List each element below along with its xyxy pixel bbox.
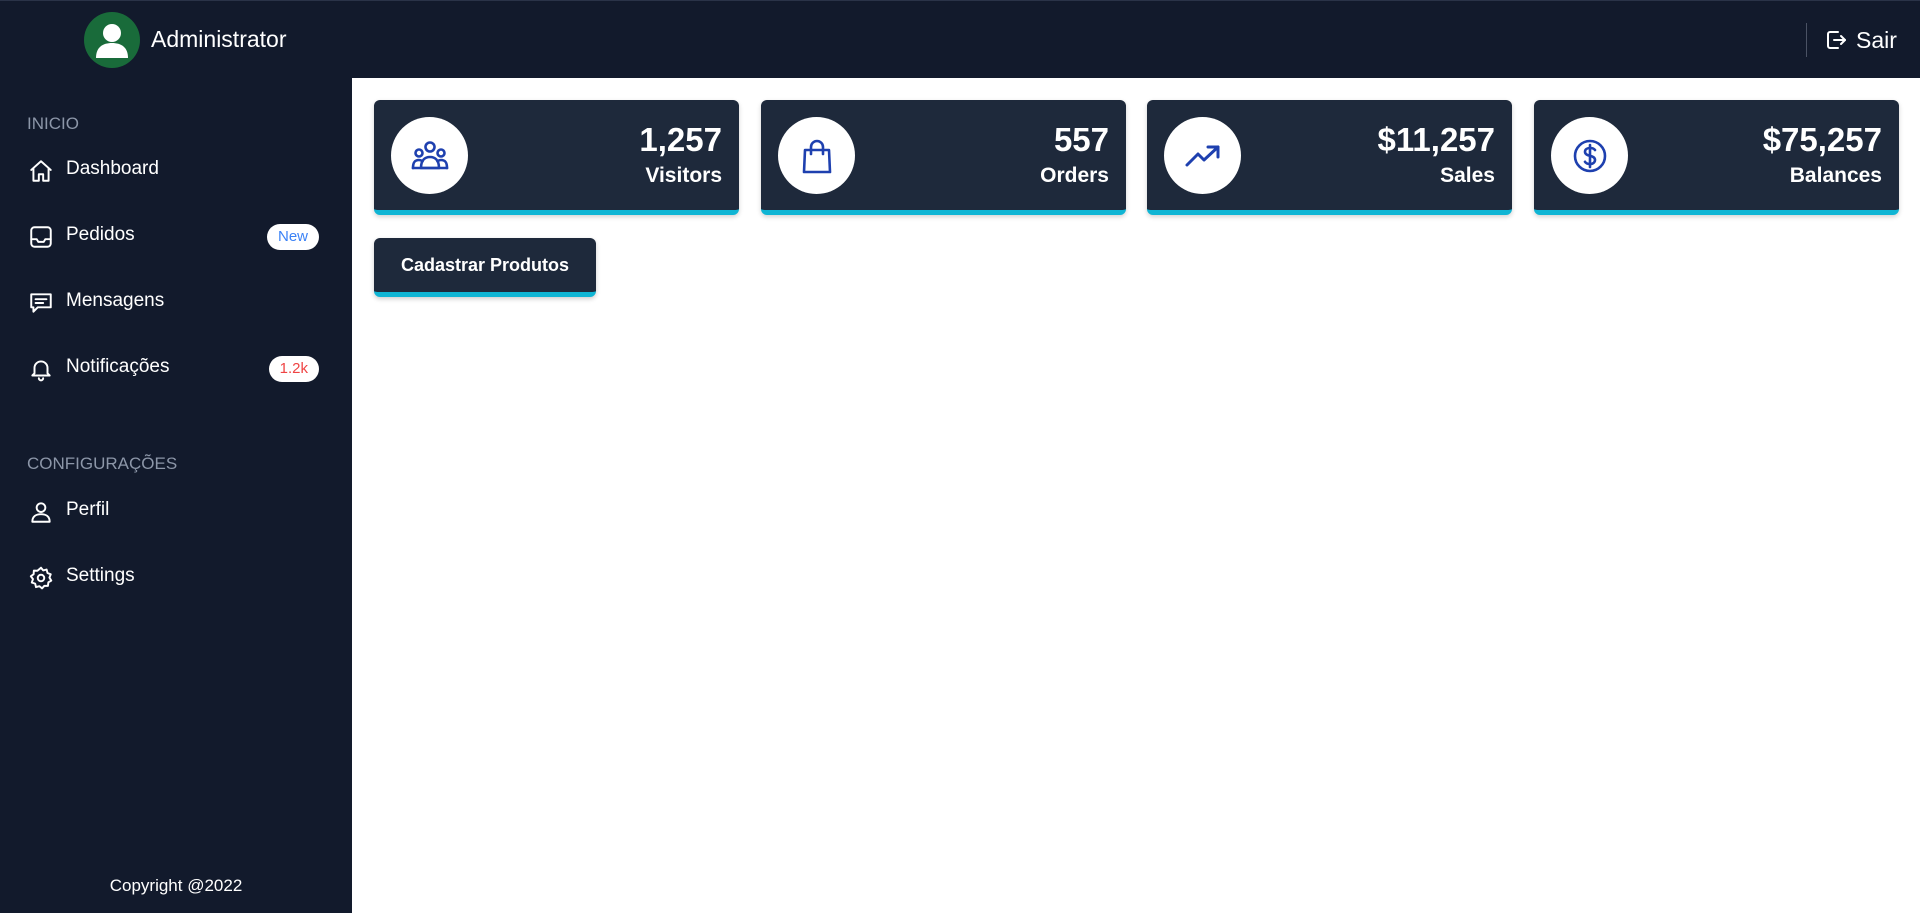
stat-card-orders: 557 Orders <box>761 100 1126 215</box>
sidebar-item-label: Pedidos <box>66 224 135 245</box>
sidebar-item-perfil[interactable]: Perfil <box>0 486 352 536</box>
sidebar-item-settings[interactable]: Settings <box>0 552 352 602</box>
stat-label: Orders <box>1040 164 1109 187</box>
icon-circle <box>1551 117 1628 194</box>
logout-label: Sair <box>1856 26 1897 53</box>
icon-circle <box>778 117 855 194</box>
top-bar: Administrator Sair <box>0 0 1920 78</box>
sidebar-item-pedidos[interactable]: Pedidos New <box>0 211 352 261</box>
new-badge: New <box>266 224 319 250</box>
sidebar-item-label: Perfil <box>66 499 110 520</box>
sidebar-item-label: Settings <box>66 565 135 586</box>
stat-label: Visitors <box>645 164 722 187</box>
copyright: Copyright @2022 <box>109 876 243 895</box>
section-title-inicio: INICIO <box>27 114 79 133</box>
logout-button[interactable]: Sair <box>1824 23 1897 57</box>
user-icon <box>31 502 51 523</box>
bell-icon <box>31 360 51 382</box>
stat-value: 557 <box>1053 121 1109 158</box>
sidebar-item-dashboard[interactable]: Dashboard <box>0 145 352 195</box>
user-avatar-icon <box>96 24 128 58</box>
home-icon <box>30 160 52 182</box>
message-icon <box>30 293 52 313</box>
sidebar-item-mensagens[interactable]: Mensagens <box>0 277 352 327</box>
sidebar-item-notificacoes[interactable]: Notificações 1.2k <box>0 343 352 393</box>
gear-icon <box>29 566 53 590</box>
sidebar-item-label: Mensagens <box>66 290 165 311</box>
icon-circle <box>391 117 468 194</box>
section-title-configuracoes: CONFIGURAÇÕES <box>27 454 178 473</box>
stat-card-sales: $11,257 Sales <box>1147 100 1512 215</box>
user-name: Administrator <box>151 26 287 52</box>
notification-count-badge: 1.2k <box>268 356 319 382</box>
stat-label: Balances <box>1789 164 1882 187</box>
stat-card-balances: $75,257 Balances <box>1534 100 1899 215</box>
avatar[interactable] <box>84 12 140 68</box>
dollar-circle-icon <box>1573 139 1606 172</box>
stat-label: Sales <box>1440 164 1495 187</box>
sidebar: INICIO Dashboard Pedidos New Mensagens N… <box>0 78 352 913</box>
logout-icon <box>1827 31 1846 49</box>
stat-value: 1,257 <box>639 121 722 158</box>
inbox-icon <box>30 226 52 248</box>
shopping-bag-icon <box>802 139 831 173</box>
stat-value: $75,257 <box>1762 121 1882 158</box>
trending-up-icon <box>1185 145 1219 166</box>
stat-value: $11,257 <box>1377 121 1495 158</box>
sidebar-item-label: Dashboard <box>66 158 159 179</box>
header-divider <box>1806 23 1807 57</box>
stat-card-visitors: 1,257 Visitors <box>374 100 739 215</box>
register-products-button[interactable]: Cadastrar Produtos <box>374 238 596 297</box>
users-icon <box>411 140 448 169</box>
icon-circle <box>1164 117 1241 194</box>
sidebar-item-label: Notificações <box>66 356 170 377</box>
